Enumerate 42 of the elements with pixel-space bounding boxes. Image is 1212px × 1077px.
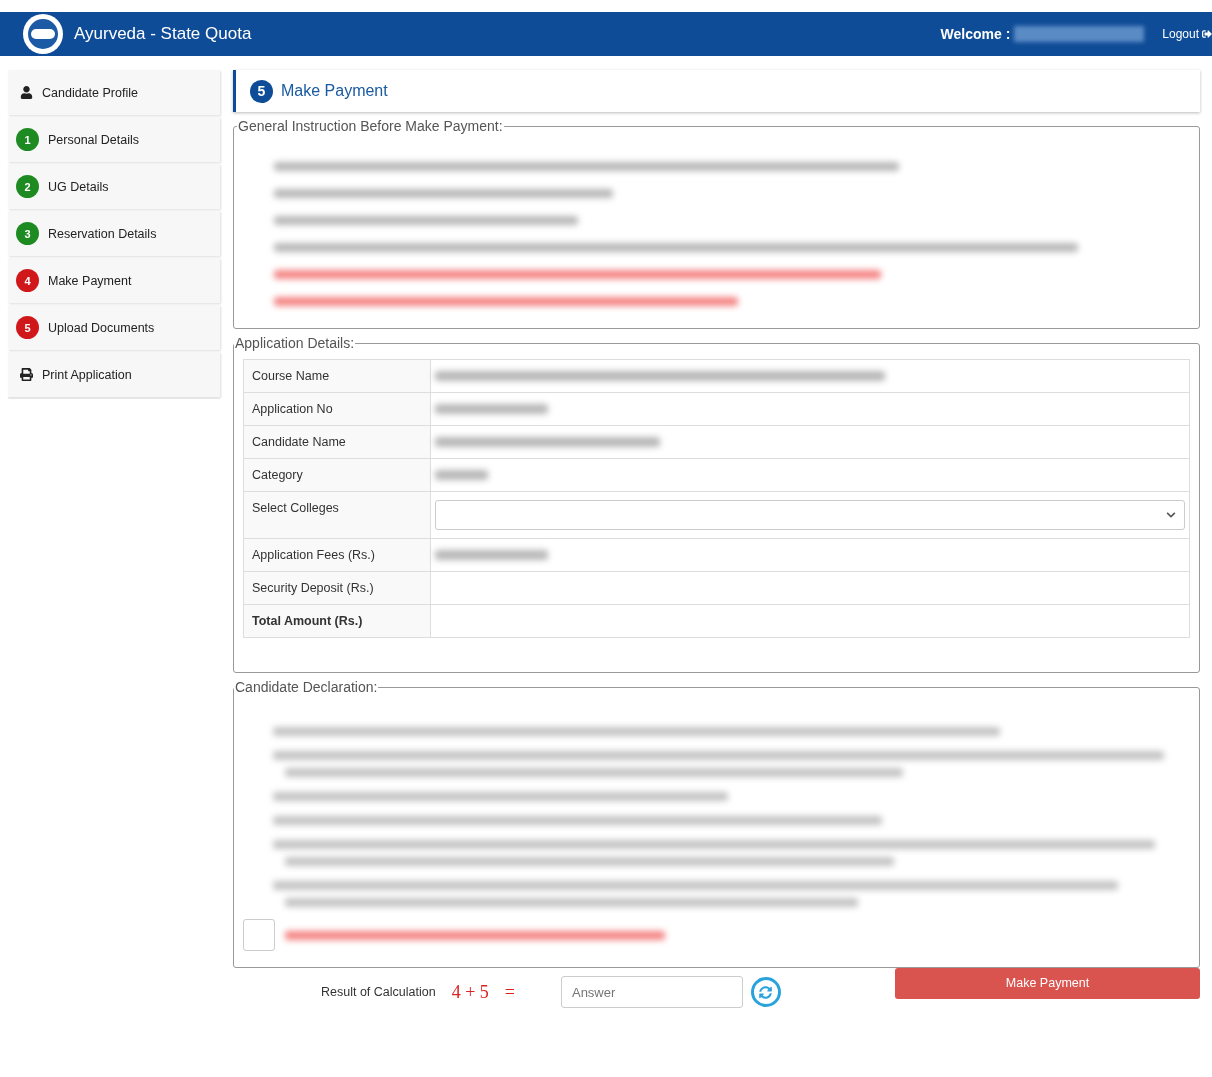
equals-sign: = (504, 981, 515, 1003)
step-number: 4 (16, 269, 39, 292)
page-heading: Make Payment (281, 82, 388, 100)
step-number: 5 (250, 79, 273, 103)
table-cell: Candidate Name (244, 426, 431, 458)
table-cell: Course Name (244, 360, 431, 392)
logout-icon (1202, 29, 1212, 39)
sidebar-item[interactable]: 5 Upload Documents (8, 305, 220, 350)
college-select[interactable] (435, 500, 1185, 530)
refresh-icon[interactable] (750, 977, 781, 1007)
logo-icon (22, 13, 64, 55)
table-cell: Security Deposit (Rs.) (244, 572, 431, 604)
declaration-checkbox[interactable] (243, 919, 275, 951)
table-cell: Select Colleges (244, 492, 431, 538)
make-payment-button[interactable]: Make Payment (895, 967, 1200, 999)
sidebar-item[interactable]: Print Application (8, 352, 220, 397)
redacted-value (435, 470, 488, 480)
sidebar-item[interactable]: 3 Reservation Details (8, 211, 220, 256)
sidebar-item[interactable]: 4 Make Payment (8, 258, 220, 303)
sidebar-item[interactable]: 1 Personal Details (8, 117, 220, 162)
sidebar-item[interactable]: Candidate Profile (8, 70, 220, 115)
chevron-icon (1166, 510, 1176, 520)
table-cell: Application Fees (Rs.) (244, 539, 431, 571)
captcha-label: Result of Calculation (321, 985, 436, 999)
answer-field[interactable]: Answer (560, 976, 743, 1008)
table-cell: Application No (244, 393, 431, 425)
logout-link[interactable]: Logout (1162, 27, 1212, 41)
section-legend: Application Details: (234, 335, 356, 351)
table-cell: Total Amount (Rs.) (244, 605, 431, 637)
sidebar-item[interactable]: 2 UG Details (8, 164, 220, 209)
step-number: 2 (16, 175, 39, 198)
captcha-expression: 4 + 5 (451, 981, 489, 1003)
step-number: 1 (16, 128, 39, 151)
section-legend: General Instruction Before Make Payment: (237, 118, 504, 134)
section-legend: Candidate Declaration: (234, 679, 379, 695)
user-icon (20, 86, 33, 99)
printer-icon (20, 368, 33, 381)
welcome-label: Welcome : (940, 26, 1011, 42)
table-cell: Category (244, 459, 431, 491)
step-number: 5 (16, 316, 39, 339)
app-title: Ayurveda - State Quota (74, 24, 253, 44)
step-number: 3 (16, 222, 39, 245)
